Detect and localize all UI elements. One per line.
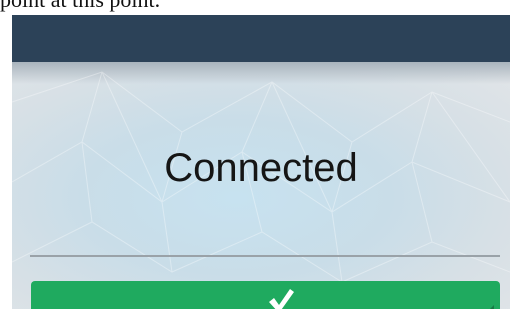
divider (30, 255, 500, 257)
checkmark-icon (269, 289, 294, 309)
connection-panel: Connected (12, 62, 510, 309)
connection-status-text: Connected (164, 146, 358, 190)
corner-triangle-icon (490, 305, 494, 309)
device-screen: Connected (12, 15, 510, 309)
caption-text: point at this point. (0, 0, 160, 12)
screenshot-page: point at this point. (0, 0, 510, 309)
confirm-button[interactable] (31, 281, 500, 309)
status-bar (12, 15, 510, 62)
